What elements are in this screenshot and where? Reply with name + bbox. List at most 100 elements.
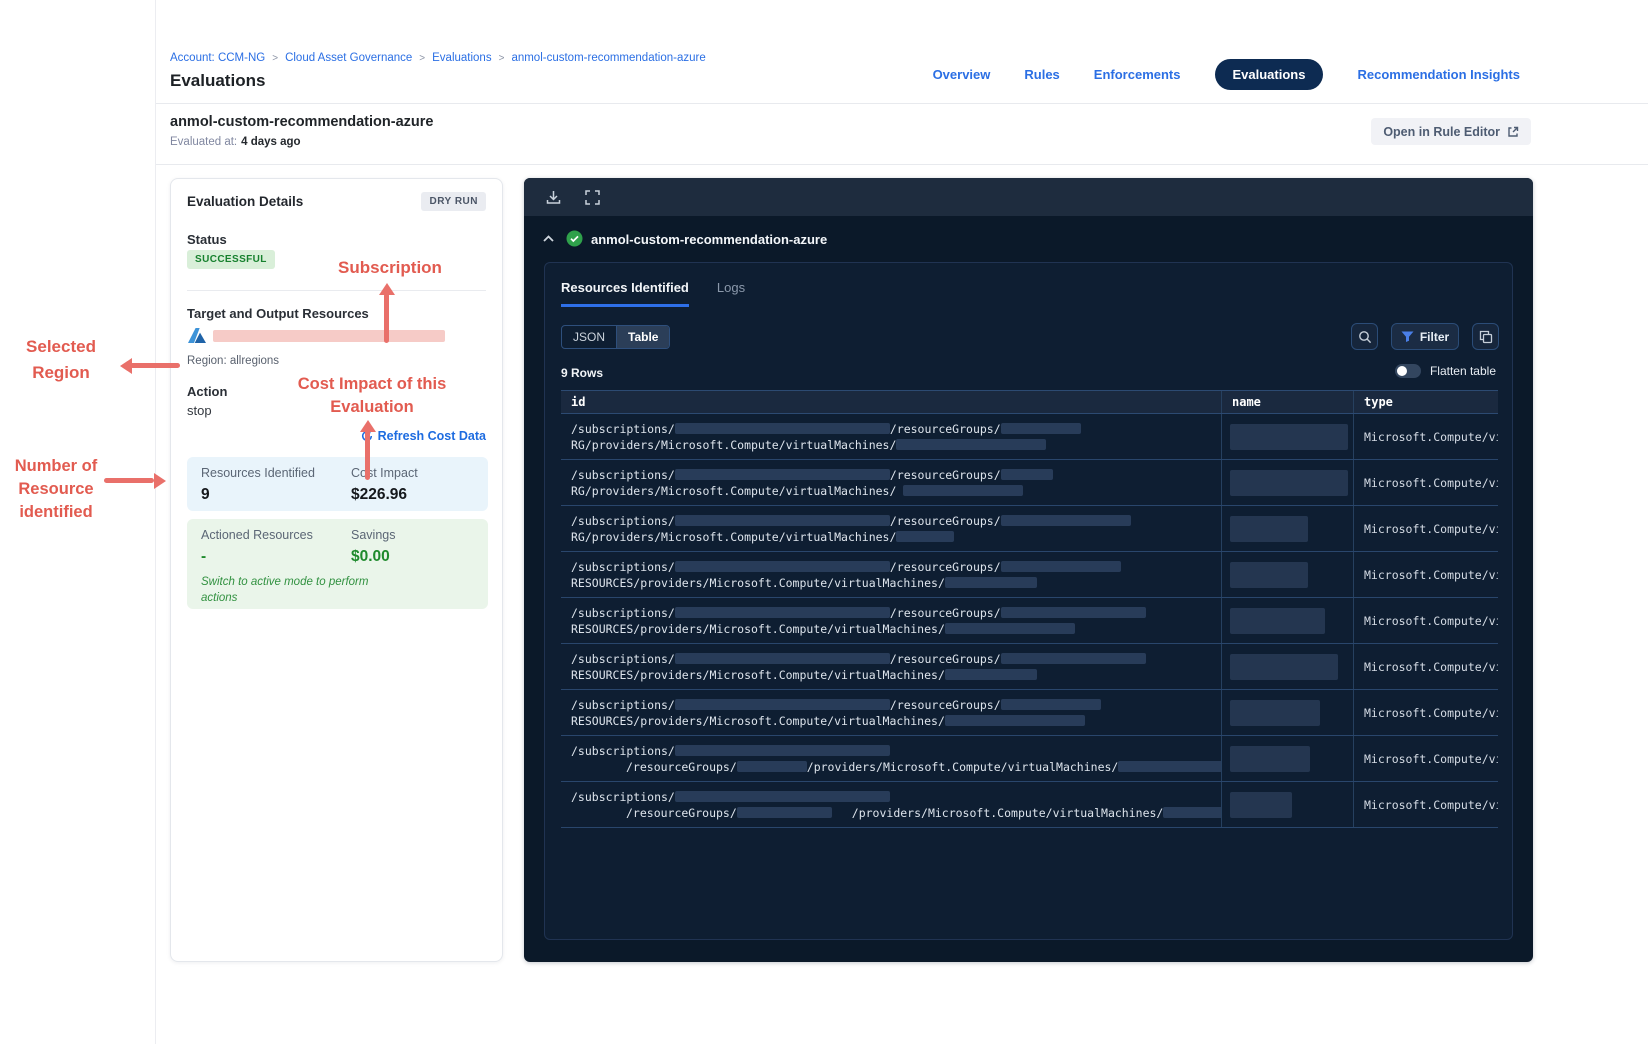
resources-container: Resources Identified Logs JSON Table Filte… xyxy=(544,262,1513,940)
savings-label: Savings xyxy=(351,528,396,542)
page-title: Evaluations xyxy=(170,71,266,90)
redacted-text xyxy=(674,515,890,526)
details-card-title: Evaluation Details xyxy=(187,194,304,209)
azure-icon xyxy=(187,327,207,344)
cell-type: Microsoft.Compute/virtu xyxy=(1353,506,1498,551)
table-row[interactable]: /subscriptions//resourceGroups/RG/provid… xyxy=(561,460,1498,506)
redacted-text xyxy=(944,715,1085,726)
redacted-name xyxy=(1230,607,1325,634)
actioned-resources-value: - xyxy=(201,548,207,565)
nav-tab-enforcements[interactable]: Enforcements xyxy=(1094,67,1181,82)
cell-type: Microsoft.Compute/virtu xyxy=(1353,552,1498,597)
redacted-subscription-bar xyxy=(213,329,445,342)
cell-type: Microsoft.Compute/virtu xyxy=(1353,690,1498,735)
table-row[interactable]: /subscriptions//resourceGroups/RG/provid… xyxy=(561,506,1498,552)
view-option-table[interactable]: Table xyxy=(616,326,670,348)
active-mode-note: Switch to active mode to perform actions xyxy=(201,576,369,604)
redacted-text xyxy=(1163,807,1221,818)
breadcrumb-separator: > xyxy=(272,52,279,64)
cell-name xyxy=(1221,414,1353,459)
top-nav-tabs: Overview Rules Enforcements Evaluations Reco… xyxy=(933,58,1520,90)
app-canvas: Account: CCM-NG > Cloud Asset Governance > E… xyxy=(0,0,1648,1044)
fullscreen-icon[interactable] xyxy=(584,189,601,206)
search-icon xyxy=(1358,330,1372,344)
breadcrumb-item[interactable]: anmol-custom-recommendation-azure xyxy=(511,52,705,64)
cell-id: /subscriptions//resourceGroups/RESOURCES… xyxy=(561,552,1221,597)
breadcrumb-separator: > xyxy=(498,52,505,64)
redacted-text xyxy=(896,531,955,542)
nav-tab-rules[interactable]: Rules xyxy=(1024,67,1059,82)
evaluated-at: Evaluated at: 4 days ago xyxy=(170,136,301,148)
savings-stats-box: Actioned Resources - Savings $0.00 Switc… xyxy=(187,519,488,609)
search-button[interactable] xyxy=(1351,323,1378,350)
redacted-text xyxy=(1000,561,1121,572)
redacted-text xyxy=(736,761,807,772)
redacted-text xyxy=(674,607,890,618)
redacted-text xyxy=(674,423,890,434)
table-row[interactable]: /subscriptions//resourceGroups/RESOURCES… xyxy=(561,644,1498,690)
action-label: Action xyxy=(187,384,228,399)
resources-table: id name type /subscriptions//resourceGroup… xyxy=(561,390,1498,828)
cost-stats-box: Resources Identified 9 Cost Impact $226.… xyxy=(187,457,488,511)
table-row[interactable]: /subscriptions//resourceGroups/RESOURCES… xyxy=(561,690,1498,736)
nav-tab-overview[interactable]: Overview xyxy=(933,67,991,82)
nav-tab-evaluations[interactable]: Evaluations xyxy=(1214,58,1324,90)
toggle-knob xyxy=(1396,366,1407,376)
redacted-name xyxy=(1230,469,1348,496)
table-header-row: id name type xyxy=(561,390,1498,414)
column-header-name[interactable]: name xyxy=(1221,391,1353,413)
annotation-selected-region: Selected Region xyxy=(26,337,96,382)
cell-name xyxy=(1221,460,1353,505)
target-resources-label: Target and Output Resources xyxy=(187,306,369,321)
breadcrumb-item[interactable]: Cloud Asset Governance xyxy=(285,52,412,64)
redacted-name xyxy=(1230,791,1292,818)
tab-logs[interactable]: Logs xyxy=(717,280,745,307)
redacted-text xyxy=(674,745,890,756)
action-value: stop xyxy=(187,403,212,418)
tab-resources-identified[interactable]: Resources Identified xyxy=(561,280,689,307)
refresh-cost-data-link[interactable]: Refresh Cost Data xyxy=(361,429,486,443)
cell-type: Microsoft.Compute/virtu xyxy=(1353,644,1498,689)
table-row[interactable]: /subscriptions//resourceGroups/RG/provid… xyxy=(561,414,1498,460)
table-row[interactable]: /subscriptions//resourceGroups/RESOURCES… xyxy=(561,598,1498,644)
cell-type: Microsoft.Compute/virtu xyxy=(1353,782,1498,827)
redacted-name xyxy=(1230,423,1348,450)
open-rule-editor-button[interactable]: Open in Rule Editor xyxy=(1371,118,1531,145)
chevron-up-icon[interactable] xyxy=(542,234,555,243)
flatten-toggle[interactable] xyxy=(1394,364,1421,378)
redacted-text xyxy=(903,485,1024,496)
download-icon[interactable] xyxy=(545,189,562,206)
cell-id: /subscriptions//resourceGroups/RESOURCES… xyxy=(561,644,1221,689)
column-header-id[interactable]: id xyxy=(561,391,1221,413)
cell-id: /subscriptions//resourceGroups/RESOURCES… xyxy=(561,598,1221,643)
copy-button[interactable] xyxy=(1472,323,1499,350)
funnel-icon xyxy=(1401,331,1414,343)
redacted-text xyxy=(944,577,1037,588)
column-header-type[interactable]: type xyxy=(1353,391,1498,413)
annotation-arrow-right-icon xyxy=(154,473,166,489)
table-row[interactable]: /subscriptions//resourceGroups/RESOURCES… xyxy=(561,552,1498,598)
table-row[interactable]: /subscriptions//resourceGroups//provider… xyxy=(561,736,1498,782)
redacted-text xyxy=(1000,469,1053,480)
cell-id: /subscriptions//resourceGroups//provider… xyxy=(561,782,1221,827)
success-check-icon xyxy=(566,230,583,247)
redacted-text xyxy=(674,561,890,572)
nav-tab-recommendation-insights[interactable]: Recommendation Insights xyxy=(1357,67,1520,82)
table-row[interactable]: /subscriptions//resourceGroups//provider… xyxy=(561,782,1498,828)
redacted-name xyxy=(1230,653,1338,680)
target-subscription-row xyxy=(187,327,445,344)
redacted-name xyxy=(1230,745,1310,772)
redacted-text xyxy=(674,699,890,710)
flatten-table-label: Flatten table xyxy=(1429,364,1496,378)
breadcrumb-item[interactable]: Account: CCM-NG xyxy=(170,52,265,64)
redacted-name xyxy=(1230,561,1308,588)
evaluation-details-card: Evaluation Details DRY RUN Status SUCCES… xyxy=(170,178,503,962)
annotation-arrow-shaft xyxy=(104,478,154,483)
cell-id: /subscriptions//resourceGroups//provider… xyxy=(561,736,1221,781)
view-option-json[interactable]: JSON xyxy=(562,326,616,348)
results-section-title[interactable]: anmol-custom-recommendation-azure xyxy=(591,232,827,247)
breadcrumb-item[interactable]: Evaluations xyxy=(432,52,491,64)
breadcrumb: Account: CCM-NG > Cloud Asset Governance > E… xyxy=(170,52,706,64)
filter-button[interactable]: Filter xyxy=(1391,323,1459,350)
copy-icon xyxy=(1479,330,1493,344)
